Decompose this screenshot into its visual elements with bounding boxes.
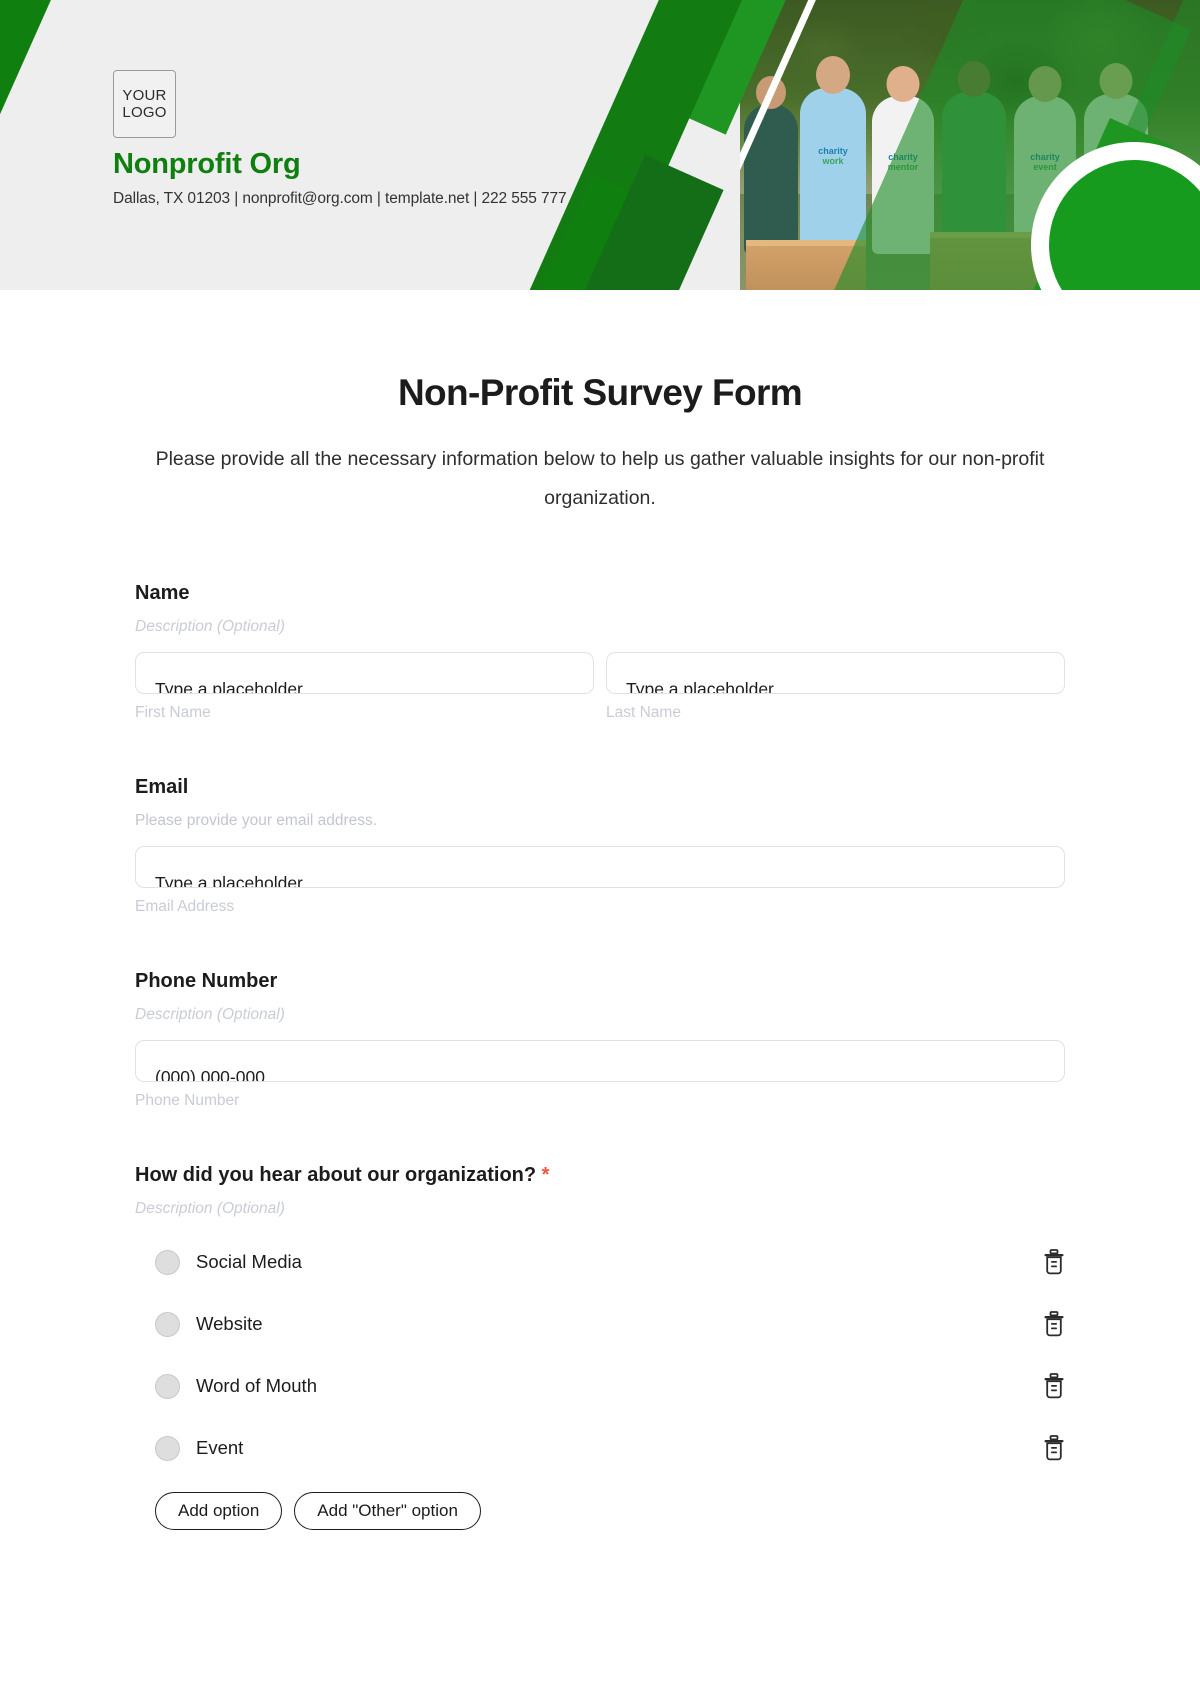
field-description: Description (Optional)	[135, 618, 285, 635]
first-name-sublabel: First Name	[135, 704, 211, 721]
radio-button[interactable]	[155, 1249, 180, 1275]
list-item[interactable]: Event	[135, 1426, 1065, 1470]
shirt-text: charity work	[818, 146, 848, 166]
radio-button[interactable]	[155, 1435, 180, 1461]
field-label: Phone Number	[135, 970, 278, 992]
email-sublabel: Email Address	[135, 898, 235, 915]
radio-button[interactable]	[155, 1311, 180, 1337]
phone-number-sublabel: Phone Number	[135, 1092, 240, 1109]
option-label: Word of Mouth	[196, 1375, 317, 1396]
last-name-group: Type a placeholder Last Name	[606, 652, 1065, 722]
trash-icon[interactable]	[1043, 1311, 1065, 1337]
volunteer-figure: charity work	[800, 56, 866, 254]
trash-icon[interactable]	[1043, 1373, 1065, 1399]
option-label: Website	[196, 1313, 263, 1334]
logo-line-1: YOUR	[122, 87, 167, 104]
question-label: How did you hear about our organization?…	[135, 1164, 1065, 1187]
trash-icon[interactable]	[1043, 1435, 1065, 1461]
list-item[interactable]: Word of Mouth	[135, 1364, 1065, 1408]
first-name-value: Type a placeholder	[155, 679, 303, 694]
field-how-did-you-hear: How did you hear about our organization?…	[135, 1164, 1065, 1530]
question-description: Description (Optional)	[135, 1200, 285, 1217]
field-label: Name	[135, 582, 190, 604]
last-name-sublabel: Last Name	[606, 704, 681, 721]
organization-name: Nonprofit Org	[113, 148, 301, 180]
brand-block: YOUR LOGO Nonprofit Org Dallas, TX 01203…	[113, 70, 567, 208]
email-input-row: Type a placeholder Email Address	[135, 846, 1065, 916]
organization-contact-line: Dallas, TX 01203 | nonprofit@org.com | t…	[113, 190, 567, 207]
logo-line-2: LOGO	[122, 104, 167, 121]
required-asterisk: *	[541, 1164, 550, 1186]
page-title: Non-Profit Survey Form	[397, 372, 803, 413]
email-group: Type a placeholder Email Address	[135, 846, 1065, 916]
name-input-row: Type a placeholder First Name Type a pla…	[135, 652, 1065, 722]
page-header: charitywork charitymentor charityevent	[0, 0, 1200, 290]
option-label: Social Media	[196, 1251, 302, 1272]
list-item[interactable]: Website	[135, 1302, 1065, 1346]
option-label: Event	[196, 1437, 244, 1458]
first-name-group: Type a placeholder First Name	[135, 652, 594, 722]
trash-icon[interactable]	[1043, 1249, 1065, 1275]
field-description: Please provide your email address.	[135, 812, 378, 829]
field-description: Description (Optional)	[135, 1006, 285, 1023]
field-email: Email Please provide your email address.…	[135, 776, 1065, 916]
first-name-input[interactable]: Type a placeholder	[135, 652, 594, 694]
form-body: Non-Profit Survey Form Please provide al…	[0, 372, 1200, 1530]
add-option-button[interactable]: Add option	[155, 1492, 283, 1530]
field-name: Name Description (Optional) Type a place…	[135, 582, 1065, 722]
phone-number-value: (000) 000-000	[155, 1067, 265, 1082]
field-label: Email	[135, 776, 189, 798]
email-value: Type a placeholder	[155, 873, 303, 888]
last-name-input[interactable]: Type a placeholder	[606, 652, 1065, 694]
add-other-option-button[interactable]: Add "Other" option	[294, 1492, 481, 1530]
option-action-buttons: Add option Add "Other" option	[135, 1492, 1065, 1530]
field-phone-number: Phone Number Description (Optional) (000…	[135, 970, 1065, 1110]
last-name-value: Type a placeholder	[626, 679, 774, 694]
page-subtitle: Please provide all the necessary informa…	[155, 448, 1045, 509]
option-list: Social Media Website Word of Mouth Event	[135, 1240, 1065, 1470]
question-text: How did you hear about our organization?	[135, 1164, 537, 1186]
phone-number-input[interactable]: (000) 000-000	[135, 1040, 1065, 1082]
phone-group: (000) 000-000 Phone Number	[135, 1040, 1065, 1110]
list-item[interactable]: Social Media	[135, 1240, 1065, 1284]
phone-input-row: (000) 000-000 Phone Number	[135, 1040, 1065, 1110]
radio-button[interactable]	[155, 1373, 180, 1399]
logo-placeholder: YOUR LOGO	[113, 70, 176, 138]
email-input[interactable]: Type a placeholder	[135, 846, 1065, 888]
green-stripe	[0, 0, 107, 268]
